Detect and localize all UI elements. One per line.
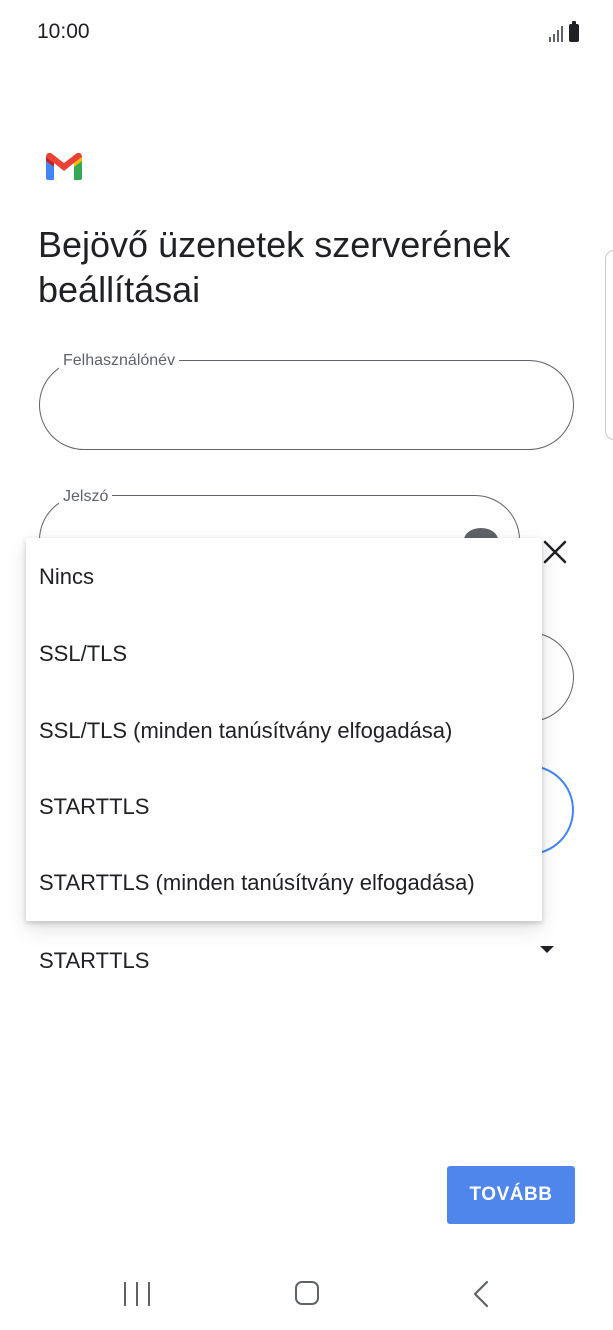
security-type-menu: Nincs SSL/TLS SSL/TLS (minden tanúsítván… bbox=[26, 538, 542, 921]
screen: 10:00 Bejövő üzenetek szerverének beállí… bbox=[0, 0, 613, 1330]
menu-item-ssl-tls[interactable]: SSL/TLS bbox=[26, 615, 542, 692]
home-icon[interactable] bbox=[295, 1281, 319, 1305]
recents-icon[interactable] bbox=[124, 1282, 150, 1306]
username-field[interactable] bbox=[39, 360, 574, 450]
status-icons bbox=[549, 21, 579, 42]
username-label: Felhasználónév bbox=[59, 352, 180, 370]
dropdown-arrow-icon[interactable] bbox=[540, 946, 554, 953]
password-label: Jelszó bbox=[59, 488, 113, 506]
page-title: Bejövő üzenetek szerverének beállításai bbox=[38, 224, 511, 310]
signal-icon bbox=[549, 26, 563, 42]
navigation-bar bbox=[0, 1260, 613, 1330]
security-type-value: STARTTLS bbox=[39, 948, 150, 973]
next-button[interactable]: TOVÁBB bbox=[447, 1166, 575, 1224]
scroll-indicator bbox=[605, 250, 613, 440]
menu-item-starttls-accept-all[interactable]: STARTTLS (minden tanúsítvány elfogadása) bbox=[26, 844, 542, 921]
close-icon[interactable] bbox=[541, 538, 569, 566]
back-icon[interactable] bbox=[472, 1280, 490, 1308]
menu-item-nincs[interactable]: Nincs bbox=[26, 538, 542, 615]
status-time: 10:00 bbox=[37, 20, 90, 43]
battery-icon bbox=[569, 21, 579, 42]
menu-item-ssl-tls-accept-all[interactable]: SSL/TLS (minden tanúsítvány elfogadása) bbox=[26, 692, 542, 769]
security-type-select[interactable]: STARTTLS bbox=[39, 942, 559, 976]
menu-item-starttls[interactable]: STARTTLS bbox=[26, 768, 542, 845]
gmail-logo bbox=[46, 152, 82, 180]
